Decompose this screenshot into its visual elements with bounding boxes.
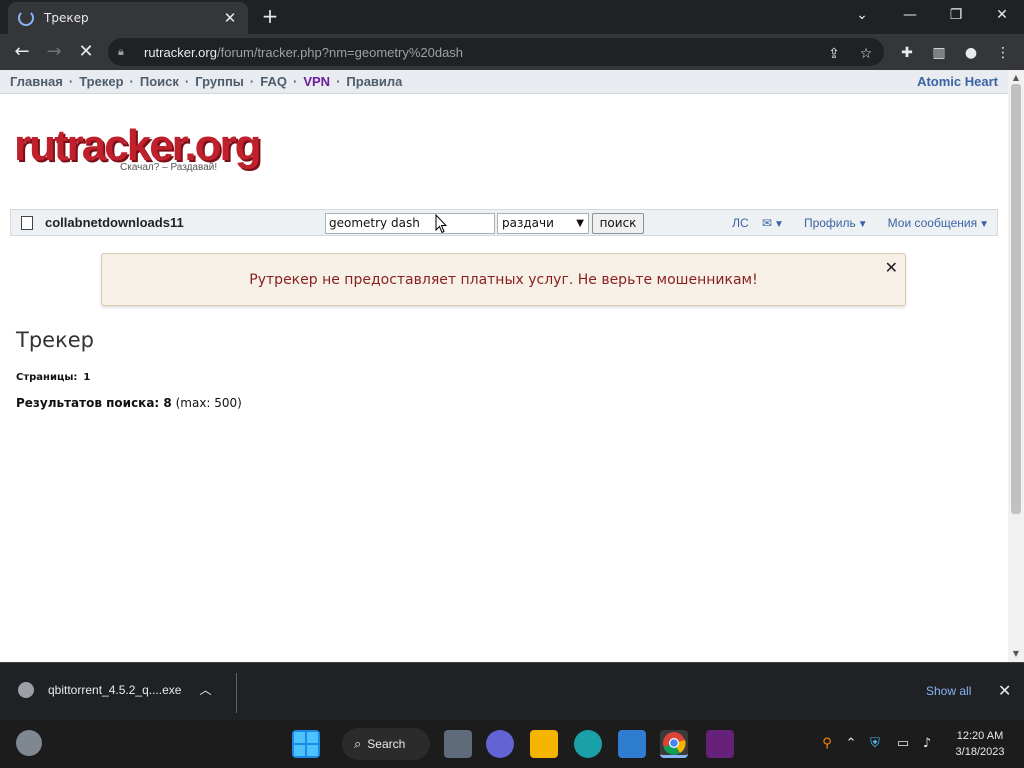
select-chevron-icon: ▼ — [576, 218, 584, 229]
clock-time: 12:20 AM — [956, 730, 1004, 742]
stop-loading-icon[interactable]: ✕ — [73, 40, 99, 64]
user-bar: collabnetdownloads11 geometry dash разда… — [10, 209, 998, 236]
side-panel-icon[interactable]: ▥ — [928, 42, 950, 64]
taskbar-search-label: Search — [367, 737, 406, 751]
url-text: rutracker.org/forum/tracker.php?nm=geome… — [144, 45, 463, 60]
browser-tab-active[interactable]: Трекер ✕ — [8, 2, 248, 34]
task-view-icon[interactable] — [444, 730, 472, 758]
download-bar: qbittorrent_4.5.2_q....exe ︿ Show all ✕ — [0, 662, 1024, 720]
show-all-link[interactable]: Show all — [926, 684, 971, 698]
user-links: ЛС ✉ ▼ Профиль ▼ Мои сообщения ▼ — [712, 210, 989, 235]
weather-icon[interactable] — [16, 730, 42, 756]
url-host: rutracker.org — [144, 44, 217, 60]
site-top-nav: Главная · Трекер · Поиск · Группы · FAQ · VPN… — [0, 70, 1008, 94]
share-icon[interactable]: ⇪ — [824, 44, 844, 64]
results-label: Результатов поиска: 8 — [16, 396, 172, 410]
file-icon — [18, 681, 34, 698]
bookmark-star-icon[interactable]: ☆ — [856, 44, 876, 64]
edge-icon[interactable] — [574, 730, 602, 758]
search-scope-value: раздачи — [502, 216, 554, 230]
search-input[interactable]: geometry dash — [325, 213, 495, 234]
chat-icon[interactable] — [486, 730, 514, 758]
window-close-icon[interactable]: ✕ — [980, 0, 1024, 30]
search-scope-select[interactable]: раздачи ▼ — [497, 213, 589, 234]
taskbar-search-button[interactable]: ⌕ Search — [342, 728, 430, 760]
visual-studio-icon[interactable] — [706, 730, 734, 758]
lock-icon: 🔒︎ — [118, 45, 124, 58]
user-doc-icon — [21, 215, 33, 230]
extensions-puzzle-icon[interactable]: ✚ — [896, 42, 918, 64]
url-path: /forum/tracker.php?nm=geometry%20dash — [216, 44, 464, 60]
nav-tracker[interactable]: Трекер — [79, 74, 123, 89]
chrome-icon[interactable] — [660, 730, 688, 758]
tab-title: Трекер — [44, 11, 89, 25]
forward-arrow-icon[interactable]: → — [41, 40, 67, 64]
store-icon[interactable] — [618, 730, 646, 758]
pages-label: Страницы: — [16, 372, 78, 383]
results-count: Результатов поиска: 8 (max: 500) — [16, 396, 242, 410]
defender-shield-icon[interactable]: ⛨ — [866, 735, 884, 753]
notice-message: Рутрекер не предоставляет платных услуг.… — [249, 271, 758, 288]
scam-warning-notice: Рутрекер не предоставляет платных услуг.… — [101, 253, 906, 306]
nav-rules[interactable]: Правила — [346, 74, 402, 89]
download-filename: qbittorrent_4.5.2_q....exe — [48, 682, 182, 697]
clock-date: 3/18/2023 — [955, 746, 1005, 758]
menu-kebab-icon[interactable]: ⋮ — [992, 42, 1014, 64]
loading-spinner-icon — [18, 10, 34, 26]
page-title: Трекер — [16, 328, 95, 352]
chevron-up-icon[interactable]: ︿ — [199, 681, 211, 698]
search-icon: ⌕ — [354, 736, 362, 751]
results-max: (max: 500) — [175, 396, 242, 410]
scroll-down-icon[interactable]: ▼ — [1008, 648, 1024, 660]
nav-home[interactable]: Главная — [10, 74, 63, 89]
messages-dropdown-icon: ▼ — [979, 218, 989, 230]
windows-taskbar: ⌕ Search ⚲ ⌃ ⛨ ▭ ♪ 12:20 AM 3/18/2023 — [0, 720, 1024, 768]
windows-start-icon[interactable] — [292, 730, 320, 758]
nav-vpn[interactable]: VPN — [303, 74, 330, 89]
notice-close-icon[interactable]: ✕ — [885, 258, 898, 277]
browser-title-bar: Трекер ✕ + ⌄ — ❐ ✕ — [0, 0, 1024, 34]
scrollbar-thumb[interactable] — [1011, 84, 1021, 514]
search-tray-icon[interactable]: ⚲ — [818, 735, 836, 753]
back-arrow-icon[interactable]: ← — [9, 40, 35, 64]
username-link[interactable]: collabnetdownloads11 — [45, 215, 184, 230]
mouse-cursor-icon — [435, 214, 447, 234]
nav-atomic-heart[interactable]: Atomic Heart — [917, 74, 998, 89]
download-bar-close-icon[interactable]: ✕ — [998, 681, 1011, 700]
address-bar[interactable]: 🔒︎ rutracker.org/forum/tracker.php?nm=ge… — [108, 38, 884, 66]
logo-tagline: Скачал? – Раздавай! — [120, 162, 218, 173]
mail-icon: ✉ — [761, 215, 773, 230]
profile-link[interactable]: Профиль ▼ — [794, 216, 868, 230]
page-number[interactable]: 1 — [83, 372, 90, 383]
web-page: Главная · Трекер · Поиск · Группы · FAQ · VPN… — [0, 70, 1008, 662]
system-clock[interactable]: 12:20 AM 3/18/2023 — [948, 728, 1012, 760]
logo-text: rutracker.org — [14, 121, 261, 170]
tab-close-icon[interactable]: ✕ — [222, 9, 238, 27]
nav-groups[interactable]: Группы — [195, 74, 244, 89]
page-scrollbar[interactable]: ▲ ▼ — [1008, 70, 1024, 662]
profile-avatar-icon[interactable]: ● — [960, 42, 982, 64]
scroll-up-icon[interactable]: ▲ — [1008, 72, 1024, 84]
pm-link[interactable]: ЛС ✉ ▼ — [722, 216, 784, 230]
new-tab-icon[interactable]: + — [258, 4, 282, 28]
pagination-info: Страницы: 1 — [16, 372, 90, 383]
tab-search-chevron-icon[interactable]: ⌄ — [840, 0, 884, 30]
volume-icon[interactable]: ♪ — [918, 735, 936, 753]
nav-faq[interactable]: FAQ — [260, 74, 287, 89]
download-item[interactable]: qbittorrent_4.5.2_q....exe ︿ — [18, 681, 211, 698]
my-messages-link[interactable]: Мои сообщения ▼ — [878, 216, 989, 230]
profile-dropdown-icon: ▼ — [857, 218, 868, 230]
nav-search[interactable]: Поиск — [140, 74, 179, 89]
browser-toolbar: ← → ✕ 🔒︎ rutracker.org/forum/tracker.php… — [0, 34, 1024, 70]
download-divider — [236, 673, 237, 713]
pm-dropdown-icon: ▼ — [774, 218, 784, 230]
network-icon[interactable]: ▭ — [894, 735, 912, 753]
search-button[interactable]: поиск — [592, 213, 644, 234]
site-logo[interactable]: rutracker.org Скачал? – Раздавай! — [14, 121, 261, 176]
file-explorer-icon[interactable] — [530, 730, 558, 758]
tray-overflow-icon[interactable]: ⌃ — [842, 735, 860, 753]
minimize-icon[interactable]: — — [888, 0, 932, 30]
restore-icon[interactable]: ❐ — [934, 0, 978, 30]
